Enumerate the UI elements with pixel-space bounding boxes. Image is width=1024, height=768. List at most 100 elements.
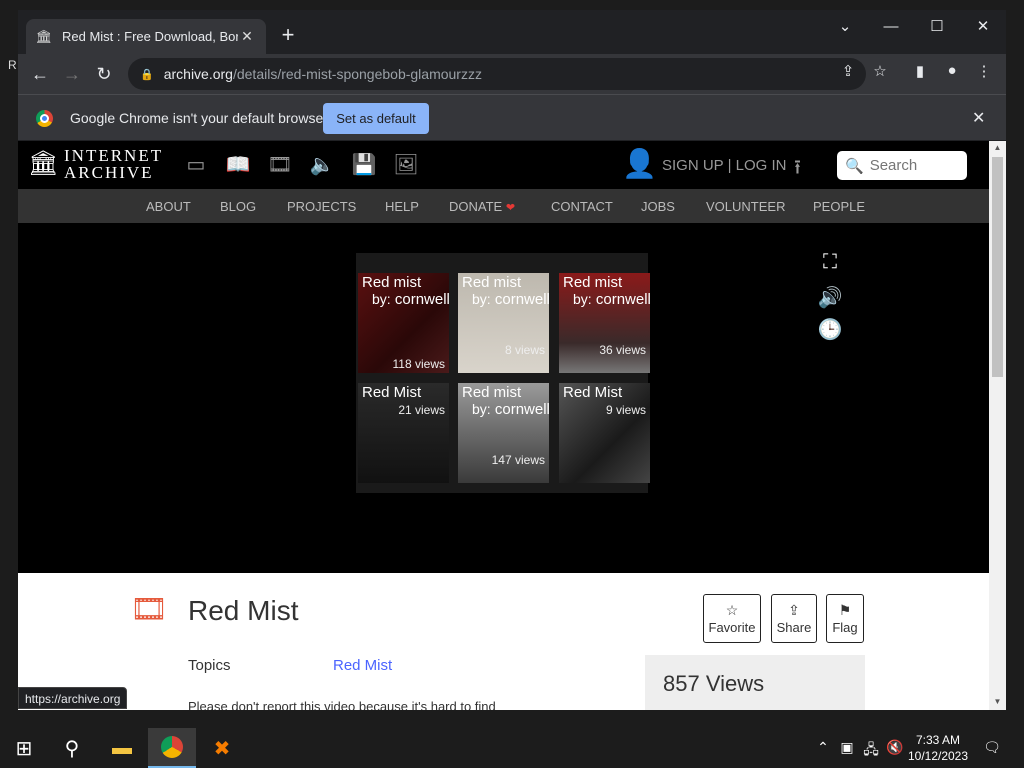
media-type-icons: ▭ 📖 🎞 🔈 💾 🖼 <box>183 151 419 177</box>
tab-search-icon[interactable]: ⌄ <box>822 10 868 42</box>
user-avatar-icon[interactable]: 👤 <box>622 147 657 180</box>
search-taskbar-icon[interactable]: ⚲ <box>48 728 96 768</box>
new-tab-button[interactable]: + <box>276 24 300 46</box>
related-creator: cornwell patricia daniels <box>494 291 549 308</box>
nav-volunteer[interactable]: VOLUNTEER <box>706 199 785 214</box>
related-creator: cornwell patricia daniels. author <box>394 291 449 308</box>
movie-film-icon: 🎞 <box>130 593 169 626</box>
related-video-thumb[interactable]: Red mist by: cornwell patricia daniels 3… <box>559 273 650 373</box>
related-views: 147 views <box>491 453 545 467</box>
windows-start-icon[interactable]: ⊞ <box>0 728 48 768</box>
nav-about[interactable]: ABOUT <box>146 199 191 214</box>
texts-book-icon[interactable]: 📖 <box>225 151 251 177</box>
related-title: Red Mist <box>362 384 422 401</box>
search-input[interactable] <box>869 157 960 174</box>
tray-app-icon[interactable]: ▣ <box>838 739 856 756</box>
menu-kebab-icon[interactable]: ⋮ <box>973 62 995 80</box>
sign-up-log-in-link[interactable]: SIGN UP | LOG IN <box>662 157 786 174</box>
xampp-icon[interactable]: ✖ <box>198 728 246 768</box>
clock-date: 10/12/2023 <box>907 749 969 763</box>
related-video-thumb[interactable]: Red mist by: cornwell patricia daniels 8… <box>458 273 549 373</box>
close-window-button[interactable]: ✕ <box>960 10 1006 42</box>
nav-people[interactable]: PEOPLE <box>813 199 865 214</box>
software-floppy-icon[interactable]: 💾 <box>351 151 377 177</box>
related-title: Red mist <box>462 274 522 291</box>
topics-link[interactable]: Red Mist <box>333 657 392 674</box>
item-details: 🎞 Red Mist ☆ Favorite ⇪ Share ⚑ Flag Top… <box>18 573 989 710</box>
volume-muted-icon[interactable]: 🔇 <box>886 739 904 756</box>
flag-label: Flag <box>832 619 858 635</box>
notifications-icon[interactable]: 🗨 <box>983 739 1001 756</box>
minimize-button[interactable]: — <box>868 10 914 42</box>
infobar-close-icon[interactable]: ✕ <box>972 108 985 128</box>
nav-blog[interactable]: BLOG <box>220 199 256 214</box>
audio-speaker-icon[interactable]: 🔈 <box>309 151 335 177</box>
archive-favicon-icon: 🏛 <box>35 28 53 44</box>
chrome-taskbar-icon[interactable] <box>148 728 196 768</box>
item-title: Red Mist <box>188 595 299 626</box>
profile-icon[interactable]: ● <box>941 62 963 79</box>
set-as-default-button[interactable]: Set as default <box>323 103 429 134</box>
related-title: Red mist <box>462 384 522 401</box>
share-button[interactable]: ⇪ Share <box>771 594 817 643</box>
favorite-label: Favorite <box>708 619 756 635</box>
ia-logo[interactable]: 🏛 INTERNET ARCHIVE <box>28 147 163 181</box>
volume-icon[interactable]: 🔊 <box>817 285 843 310</box>
video-film-icon[interactable]: 🎞 <box>267 151 293 177</box>
file-explorer-icon[interactable]: ▬ <box>98 728 146 768</box>
related-creator: cornwell patricia daniels <box>595 291 650 308</box>
web-icon[interactable]: ▭ <box>183 151 209 177</box>
related-views: 21 views <box>398 403 445 417</box>
windows-taskbar: ⊞ ⚲ ▬ ✖ ⌃ ▣ 🖧 🔇 7:33 AM 10/12/2023 🗨 <box>0 728 1024 768</box>
ia-search-box[interactable]: 🔍 <box>837 151 967 180</box>
related-video-thumb[interactable]: Red Mist 21 views <box>358 383 449 483</box>
logo-line2: ARCHIVE <box>64 163 154 182</box>
scroll-up-arrow-icon[interactable]: ▲ <box>989 143 1006 152</box>
images-icon[interactable]: 🖼 <box>393 151 419 177</box>
upload-icon[interactable]: ⭱ <box>794 153 801 187</box>
clock-time: 7:33 AM <box>915 733 961 747</box>
share-icon[interactable]: ⇪ <box>837 62 859 80</box>
nav-help[interactable]: HELP <box>385 199 419 214</box>
nav-projects[interactable]: PROJECTS <box>287 199 356 214</box>
back-arrow-icon[interactable]: ← <box>28 62 52 86</box>
reload-icon[interactable]: ↻ <box>92 62 116 86</box>
maximize-button[interactable]: ☐ <box>914 10 960 42</box>
related-title: Red mist <box>563 274 623 291</box>
favorite-button[interactable]: ☆ Favorite <box>703 594 761 643</box>
flag-button[interactable]: ⚑ Flag <box>826 594 864 643</box>
chrome-window: 🏛 Red Mist : Free Download, Borrow ✕ + ⌄… <box>18 10 1006 710</box>
tab-close-icon[interactable]: ✕ <box>238 28 256 45</box>
video-player[interactable]: Red mist by: cornwell patricia daniels. … <box>356 253 650 493</box>
browser-toolbar: ← → ↻ 🔒 archive.org /details/red-mist-sp… <box>18 54 1006 94</box>
tab-title: Red Mist : Free Download, Borrow <box>62 29 238 44</box>
topics-label: Topics <box>188 657 231 674</box>
taskbar-clock[interactable]: 7:33 AM 10/12/2023 <box>903 732 973 764</box>
related-video-thumb[interactable]: Red mist by: cornwell patricia daniels. … <box>358 273 449 373</box>
address-bar[interactable]: 🔒 archive.org /details/red-mist-spongebo… <box>128 58 866 90</box>
url-host: archive.org <box>163 66 233 82</box>
tray-chevron-up-icon[interactable]: ⌃ <box>814 739 832 756</box>
star-icon: ☆ <box>725 601 739 618</box>
browser-tab[interactable]: 🏛 Red Mist : Free Download, Borrow ✕ <box>26 19 266 54</box>
side-panel-icon[interactable]: ▮ <box>909 62 931 80</box>
scroll-down-arrow-icon[interactable]: ▼ <box>989 697 1006 706</box>
fullscreen-icon[interactable]: ⛶ <box>817 251 843 274</box>
network-icon[interactable]: 🖧 <box>862 739 880 763</box>
bookmark-star-icon[interactable]: ☆ <box>869 62 891 80</box>
related-by-label: by: <box>573 291 592 307</box>
status-bubble: https://archive.org <box>18 687 128 709</box>
forward-arrow-icon[interactable]: → <box>60 62 84 86</box>
related-video-thumb[interactable]: Red mist by: cornwell patricia daniels 1… <box>458 383 549 483</box>
page-scrollbar[interactable]: ▲ ▼ <box>989 141 1006 710</box>
clock-icon[interactable]: 🕒 <box>817 317 843 342</box>
nav-donate[interactable]: DONATE ❤ <box>449 199 515 214</box>
nav-contact[interactable]: CONTACT <box>551 199 613 214</box>
desktop-fragment: R <box>8 58 17 72</box>
related-video-thumb[interactable]: Red Mist 9 views <box>559 383 650 483</box>
heart-icon: ❤ <box>505 201 516 214</box>
views-box: 857 Views <box>645 655 865 710</box>
scrollbar-thumb[interactable] <box>992 157 1003 377</box>
nav-jobs[interactable]: JOBS <box>641 199 675 214</box>
chrome-logo-icon <box>36 110 53 127</box>
